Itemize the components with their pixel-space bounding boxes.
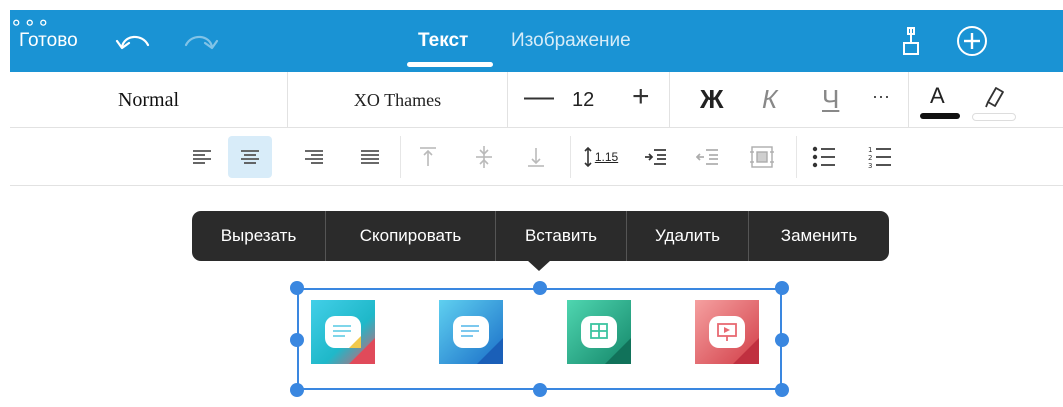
- tab-text[interactable]: Текст: [418, 30, 468, 52]
- increase-indent-button[interactable]: [634, 136, 678, 178]
- format-painter-icon[interactable]: [894, 25, 926, 57]
- resize-handle-right[interactable]: [775, 333, 789, 347]
- copy-menu-item[interactable]: Скопировать: [326, 211, 496, 261]
- replace-menu-item[interactable]: Заменить: [749, 211, 889, 261]
- delete-menu-item[interactable]: Удалить: [627, 211, 749, 261]
- bullet-list-icon: [812, 146, 835, 168]
- justify-button[interactable]: [348, 136, 392, 178]
- divider: [908, 72, 909, 128]
- top-toolbar: Готово Текст Изображение ∘∘∘: [10, 10, 1063, 72]
- resize-handle-top-left[interactable]: [290, 281, 304, 295]
- numbered-list-button[interactable]: 123: [858, 136, 902, 178]
- svg-text:2: 2: [868, 154, 872, 162]
- add-circle-icon[interactable]: [956, 25, 988, 57]
- resize-handle-left[interactable]: [290, 333, 304, 347]
- paragraph-settings-button[interactable]: [740, 136, 784, 178]
- document-app-icon: [311, 300, 375, 364]
- justify-icon: [361, 150, 379, 164]
- line-spacing-value: 1.15: [594, 150, 619, 164]
- paragraph-style-selector[interactable]: Normal: [10, 72, 288, 128]
- font-color-icon: A: [930, 83, 945, 108]
- align-right-button[interactable]: [292, 136, 336, 178]
- font-color-button[interactable]: A: [920, 80, 960, 120]
- resize-handle-bottom[interactable]: [533, 383, 547, 397]
- bullet-list-button[interactable]: [802, 136, 846, 178]
- context-menu-pointer: [527, 260, 551, 271]
- decrease-indent-icon: [696, 149, 718, 165]
- paragraph-format-row: 1.15 123: [10, 128, 1063, 186]
- underline-button[interactable]: Ч: [822, 84, 839, 115]
- align-middle-icon: [476, 146, 492, 168]
- increase-indent-icon: [645, 149, 666, 165]
- decrease-font-size-button[interactable]: —: [524, 80, 554, 114]
- font-format-row: Normal XO Thames — 12 + Ж К Ч ··· A: [10, 72, 1063, 128]
- resize-handle-bottom-right[interactable]: [775, 383, 789, 397]
- redo-icon[interactable]: [182, 27, 220, 55]
- align-center-button[interactable]: [228, 136, 272, 178]
- numbered-list-icon: 123: [868, 146, 891, 168]
- divider: [796, 136, 797, 178]
- bold-button[interactable]: Ж: [700, 84, 724, 115]
- line-spacing-icon: [584, 146, 592, 168]
- context-menu: Вырезать Скопировать Вставить Удалить За…: [192, 211, 889, 261]
- align-left-button[interactable]: [180, 136, 224, 178]
- paste-menu-item[interactable]: Вставить: [496, 211, 627, 261]
- presentation-app-icon: [695, 300, 759, 364]
- font-size-value: 12: [572, 89, 595, 111]
- font-name-selector[interactable]: XO Thames: [288, 72, 508, 128]
- active-tab-indicator: [407, 62, 493, 67]
- svg-text:1: 1: [868, 146, 872, 154]
- align-top-icon: [420, 147, 436, 166]
- divider: [400, 136, 401, 178]
- resize-handle-bottom-left[interactable]: [290, 383, 304, 397]
- highlighter-icon: [985, 87, 1004, 108]
- align-center-icon: [241, 150, 259, 164]
- more-formatting-button[interactable]: ···: [872, 86, 890, 107]
- divider: [570, 136, 571, 178]
- done-button[interactable]: Готово: [19, 30, 78, 52]
- highlight-color-swatch: [972, 113, 1016, 121]
- highlight-color-button[interactable]: [972, 80, 1016, 121]
- undo-icon[interactable]: [114, 27, 152, 55]
- valign-top-button[interactable]: [406, 136, 450, 178]
- paragraph-box-icon: [750, 146, 774, 168]
- align-right-icon: [305, 150, 323, 164]
- italic-button[interactable]: К: [762, 84, 777, 115]
- text-app-icon: [439, 300, 503, 364]
- align-bottom-icon: [528, 148, 544, 167]
- increase-font-size-button[interactable]: +: [632, 80, 650, 114]
- valign-middle-button[interactable]: [462, 136, 506, 178]
- tab-image[interactable]: Изображение: [511, 30, 631, 52]
- valign-bottom-button[interactable]: [514, 136, 558, 178]
- font-color-swatch: [920, 113, 960, 119]
- svg-text:3: 3: [868, 162, 872, 168]
- spreadsheet-app-icon: [567, 300, 631, 364]
- resize-handle-top-right[interactable]: [775, 281, 789, 295]
- line-spacing-button[interactable]: 1.15: [576, 136, 624, 178]
- align-left-icon: [193, 150, 211, 164]
- font-size-stepper: — 12 +: [508, 72, 670, 128]
- resize-handle-top[interactable]: [533, 281, 547, 295]
- cut-menu-item[interactable]: Вырезать: [192, 211, 326, 261]
- decrease-indent-button[interactable]: [686, 136, 730, 178]
